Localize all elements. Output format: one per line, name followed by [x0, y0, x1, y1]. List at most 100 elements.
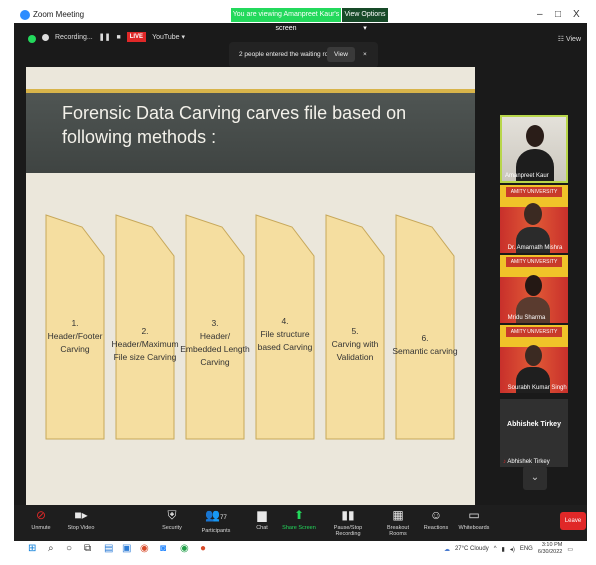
- app-icon[interactable]: ●: [200, 543, 206, 555]
- toolbar-label: Stop Video: [67, 525, 95, 531]
- method-4: 4. File structure based Carving: [250, 315, 320, 354]
- close-button[interactable]: X: [573, 9, 580, 20]
- system-tray: ☁ 27°C Cloudy ^ ▮ ◂) ENG 3:10 PM 6/30/20…: [444, 542, 573, 556]
- methods-chevron-diagram: [45, 214, 455, 440]
- participant-head: [524, 203, 542, 225]
- participant-name: ♪ Dr. Amarnath Mishra: [503, 245, 562, 251]
- recording-label: Recording...: [55, 33, 93, 41]
- file-explorer-icon[interactable]: ▤: [104, 543, 113, 555]
- notification-message: 2 people entered the waiting room: [239, 51, 338, 58]
- weather-text[interactable]: 27°C Cloudy: [455, 546, 489, 552]
- method-text: Header/ Embedded Length Carving: [180, 331, 250, 367]
- waiting-room-notification: 2 people entered the waiting room View ×: [229, 42, 378, 68]
- breakout-rooms-button[interactable]: ▦ Breakout Rooms: [378, 505, 418, 541]
- video-tile-active-speaker[interactable]: Amanpreet Kaur: [500, 115, 568, 183]
- method-number: 4.: [281, 316, 289, 326]
- unmute-button[interactable]: ⊘ Unmute: [28, 505, 54, 541]
- security-button[interactable]: ⛨ Security: [157, 505, 187, 541]
- breakout-icon: ▦: [392, 508, 404, 522]
- stop-recording-icon[interactable]: ■: [116, 34, 120, 41]
- chrome-profile-icon[interactable]: ◉: [180, 543, 189, 555]
- minimize-button[interactable]: –: [537, 9, 543, 20]
- gallery-scroll-down-icon[interactable]: ⌄: [523, 466, 547, 490]
- recording-dot-icon: [42, 33, 49, 41]
- maximize-button[interactable]: □: [555, 9, 561, 20]
- title-bar: Zoom Meeting You are viewing Amanpreet K…: [14, 7, 587, 32]
- method-2: 2. Header/Maximum File size Carving: [110, 325, 180, 364]
- participant-name: ♪ Mridu Sharma: [503, 315, 545, 321]
- zoom-logo-icon: [20, 10, 30, 20]
- method-3: 3. Header/ Embedded Length Carving: [180, 317, 250, 369]
- method-chevron-6: [395, 214, 455, 440]
- participants-gallery: Amanpreet Kaur AMITY UNIVERSITY ♪ Dr. Am…: [475, 67, 587, 505]
- participant-name-text: Sourabh Kumar Singh: [507, 385, 567, 391]
- network-icon[interactable]: ▮: [502, 546, 505, 553]
- window-title: Zoom Meeting: [33, 10, 85, 19]
- speaker-head: [526, 125, 544, 147]
- participants-button[interactable]: 👥77 Participants: [199, 505, 233, 541]
- method-text: Semantic carving: [392, 346, 458, 356]
- clock-date: 6/30/2022: [537, 549, 563, 555]
- search-icon[interactable]: ⌕: [48, 543, 54, 555]
- toolbar-label: Share Screen: [282, 525, 316, 531]
- method-number: 6.: [421, 333, 429, 343]
- participant-name-text: Abhishek Tirkey: [507, 459, 550, 465]
- live-badge: LIVE: [126, 32, 147, 42]
- language-indicator[interactable]: ENG: [520, 546, 533, 552]
- toolbar-label: Reactions: [423, 525, 449, 531]
- toolbar-label: Breakout Rooms: [386, 525, 409, 537]
- encryption-shield-icon[interactable]: [28, 35, 36, 43]
- zoom-taskbar-icon[interactable]: ◙: [160, 543, 166, 555]
- chat-button[interactable]: ▆ Chat: [252, 505, 272, 541]
- participant-name-text: Mridu Sharma: [507, 315, 546, 321]
- chrome-icon[interactable]: ◉: [140, 543, 149, 555]
- store-icon[interactable]: ▣: [122, 543, 131, 555]
- mic-muted-icon: ♪: [503, 459, 506, 465]
- clock-time: 3:10 PM: [541, 542, 563, 548]
- pause-stop-recording-button[interactable]: ▮▮ Pause/Stop Recording: [322, 505, 374, 541]
- method-text: Carving with Validation: [331, 339, 379, 362]
- method-5: 5. Carving with Validation: [320, 325, 390, 364]
- stop-video-button[interactable]: ■▸ Stop Video: [64, 505, 98, 541]
- zoom-window: Zoom Meeting You are viewing Amanpreet K…: [14, 7, 587, 557]
- video-tile[interactable]: AMITY UNIVERSITY ♪ Dr. Amarnath Mishra: [500, 185, 568, 253]
- participant-name: ♪ Sourabh Kumar Singh: [503, 385, 567, 391]
- video-tile[interactable]: Abhishek Tirkey ♪ Abhishek Tirkey: [500, 399, 568, 467]
- meeting-toolbar: ⊘ Unmute ■▸ Stop Video ⛨ Security 👥77 Pa…: [14, 505, 587, 541]
- method-1: 1. Header/Footer Carving: [40, 317, 110, 356]
- pause-recording-icon[interactable]: ❚❚: [99, 33, 111, 41]
- whiteboards-button[interactable]: ▭ Whiteboards: [456, 505, 492, 541]
- video-tile[interactable]: AMITY UNIVERSITY ♪ Sourabh Kumar Singh: [500, 325, 568, 393]
- windows-start-icon[interactable]: ⊞: [28, 543, 36, 555]
- toolbar-label: Pause/Stop Recording: [333, 525, 363, 537]
- view-label: View: [565, 36, 581, 43]
- mic-muted-icon: ♪: [503, 385, 506, 391]
- recording-icon: ▮▮: [341, 508, 355, 522]
- youtube-stream-dropdown[interactable]: YouTube ▾: [152, 33, 185, 41]
- method-text: File structure based Carving: [257, 329, 313, 352]
- whiteboard-icon: ▭: [468, 508, 480, 522]
- method-number: 3.: [211, 318, 219, 328]
- participant-name-text: Dr. Amarnath Mishra: [507, 245, 563, 251]
- reactions-button[interactable]: ☺ Reactions: [420, 505, 452, 541]
- cortana-icon[interactable]: ○: [66, 543, 72, 555]
- notification-close-icon[interactable]: ×: [363, 51, 367, 58]
- method-number: 2.: [141, 326, 149, 336]
- notifications-icon[interactable]: ▭: [567, 546, 573, 553]
- method-text: Header/Maximum File size Carving: [111, 339, 179, 362]
- mic-muted-icon: ⊘: [35, 508, 47, 522]
- shield-icon: ⛨: [167, 508, 177, 522]
- volume-icon[interactable]: ◂): [510, 546, 515, 553]
- share-screen-button[interactable]: ⬆ Share Screen: [282, 505, 316, 541]
- taskbar-clock[interactable]: 3:10 PM 6/30/2022: [538, 542, 562, 556]
- task-view-icon[interactable]: ⧉: [84, 543, 91, 555]
- video-tile[interactable]: AMITY UNIVERSITY ♪ Mridu Sharma: [500, 255, 568, 323]
- tray-chevron-icon[interactable]: ^: [494, 546, 497, 552]
- view-options-button[interactable]: View Options ▾: [342, 8, 388, 32]
- leave-button[interactable]: Leave: [560, 512, 586, 530]
- notification-view-button[interactable]: View: [327, 47, 355, 62]
- toolbar-label: Whiteboards: [458, 525, 490, 531]
- method-text: Header/Footer Carving: [47, 331, 103, 354]
- view-button[interactable]: ☷ View: [558, 35, 581, 43]
- toolbar-label: Unmute: [31, 525, 51, 531]
